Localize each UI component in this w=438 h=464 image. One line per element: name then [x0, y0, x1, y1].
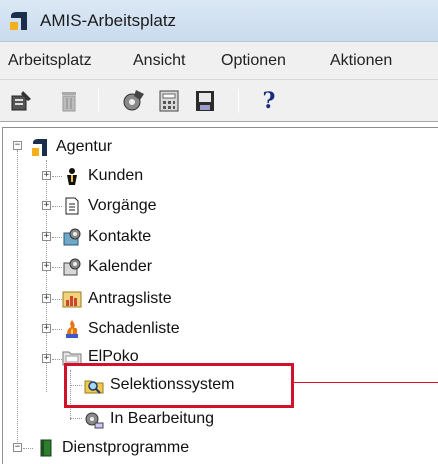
tree-expand-toggle[interactable]: +: [42, 294, 51, 303]
disk-icon: [196, 91, 214, 111]
help-icon: ?: [262, 88, 276, 114]
tree-expand-toggle[interactable]: +: [42, 262, 51, 271]
tree-node-kontakte[interactable]: Kontakte: [62, 226, 151, 248]
document-icon: [65, 197, 79, 215]
tree-expand-toggle[interactable]: +: [42, 232, 51, 241]
tree-node-label: Agentur: [56, 138, 113, 155]
tree-node-dienstprogramme[interactable]: Dienstprogramme: [36, 437, 189, 459]
app-logo-icon: [10, 12, 27, 30]
processing-icon: [85, 412, 104, 429]
tree-expand-toggle[interactable]: +: [42, 324, 51, 333]
disk-button[interactable]: [192, 88, 218, 114]
calculator-icon: [159, 90, 179, 112]
fire-icon: [66, 320, 78, 338]
tree-node-label: Antragsliste: [88, 290, 172, 307]
tree-node-in-bearbeitung[interactable]: In Bearbeitung: [84, 408, 214, 430]
tree-node-label: Schadenliste: [88, 320, 180, 337]
agentur-icon: [32, 139, 47, 156]
highlight-callout-line: [293, 382, 438, 383]
menu-ansicht[interactable]: Ansicht: [133, 52, 185, 70]
menu-aktionen[interactable]: Aktionen: [330, 52, 392, 70]
tree-node-label: In Bearbeitung: [110, 410, 215, 427]
tree-expand-toggle[interactable]: +: [42, 354, 51, 363]
window-title: AMIS-Arbeitsplatz: [40, 11, 177, 30]
tree-connector: [70, 418, 82, 419]
tree-connector: [52, 329, 62, 330]
menu-optionen[interactable]: Optionen: [221, 52, 286, 70]
tree-node-label: Kalender: [88, 258, 153, 275]
trash-icon: [62, 92, 76, 112]
tree-connector: [52, 359, 62, 360]
title-bar: AMIS-Arbeitsplatz: [0, 0, 438, 42]
toolbar-separator: [98, 89, 99, 113]
properties-button[interactable]: [8, 88, 34, 114]
tree-node-label: Dienstprogramme: [62, 439, 190, 456]
highlight-box: [64, 363, 294, 408]
help-button[interactable]: ?: [256, 88, 282, 114]
person-icon: [67, 168, 77, 185]
toolbar: ?: [0, 80, 438, 122]
menu-bar: Arbeitsplatz Ansicht Optionen Aktionen: [0, 42, 438, 80]
tree-node-agentur[interactable]: Agentur: [30, 136, 112, 158]
tree-connector: [52, 267, 62, 268]
tree-node-antragsliste[interactable]: Antragsliste: [62, 288, 172, 310]
toolbar-separator: [238, 89, 239, 113]
tree-expand-toggle[interactable]: +: [42, 171, 51, 180]
agent-settings-button[interactable]: [120, 88, 146, 114]
tree-collapse-toggle[interactable]: −: [13, 141, 22, 150]
delete-button[interactable]: [56, 88, 82, 114]
properties-icon: [11, 91, 31, 111]
tree-node-schadenliste[interactable]: Schadenliste: [62, 318, 180, 340]
tree-node-label: Kunden: [88, 167, 144, 184]
tree-collapse-toggle[interactable]: −: [13, 443, 22, 452]
tree-node-label: Vorgänge: [88, 197, 157, 214]
tree-connector: [52, 299, 62, 300]
menu-arbeitsplatz[interactable]: Arbeitsplatz: [8, 52, 92, 70]
book-icon: [40, 439, 52, 457]
tree-connector: [52, 176, 62, 177]
tree-expand-toggle[interactable]: +: [42, 201, 51, 210]
tree-node-vorgaenge[interactable]: Vorgänge: [62, 195, 157, 217]
chart-icon: [62, 291, 82, 308]
contacts-icon: [63, 228, 81, 246]
tree-connector: [17, 150, 18, 448]
tree-connector: [52, 237, 62, 238]
agent-settings-icon: [123, 90, 144, 111]
tree-node-label: Kontakte: [88, 228, 152, 245]
calculator-button[interactable]: [156, 88, 182, 114]
calendar-icon: [63, 258, 81, 276]
tree-node-kunden[interactable]: Kunden: [62, 165, 143, 187]
tree-node-kalender[interactable]: Kalender: [62, 256, 152, 278]
tree-connector: [23, 448, 33, 449]
tree-connector: [52, 206, 62, 207]
